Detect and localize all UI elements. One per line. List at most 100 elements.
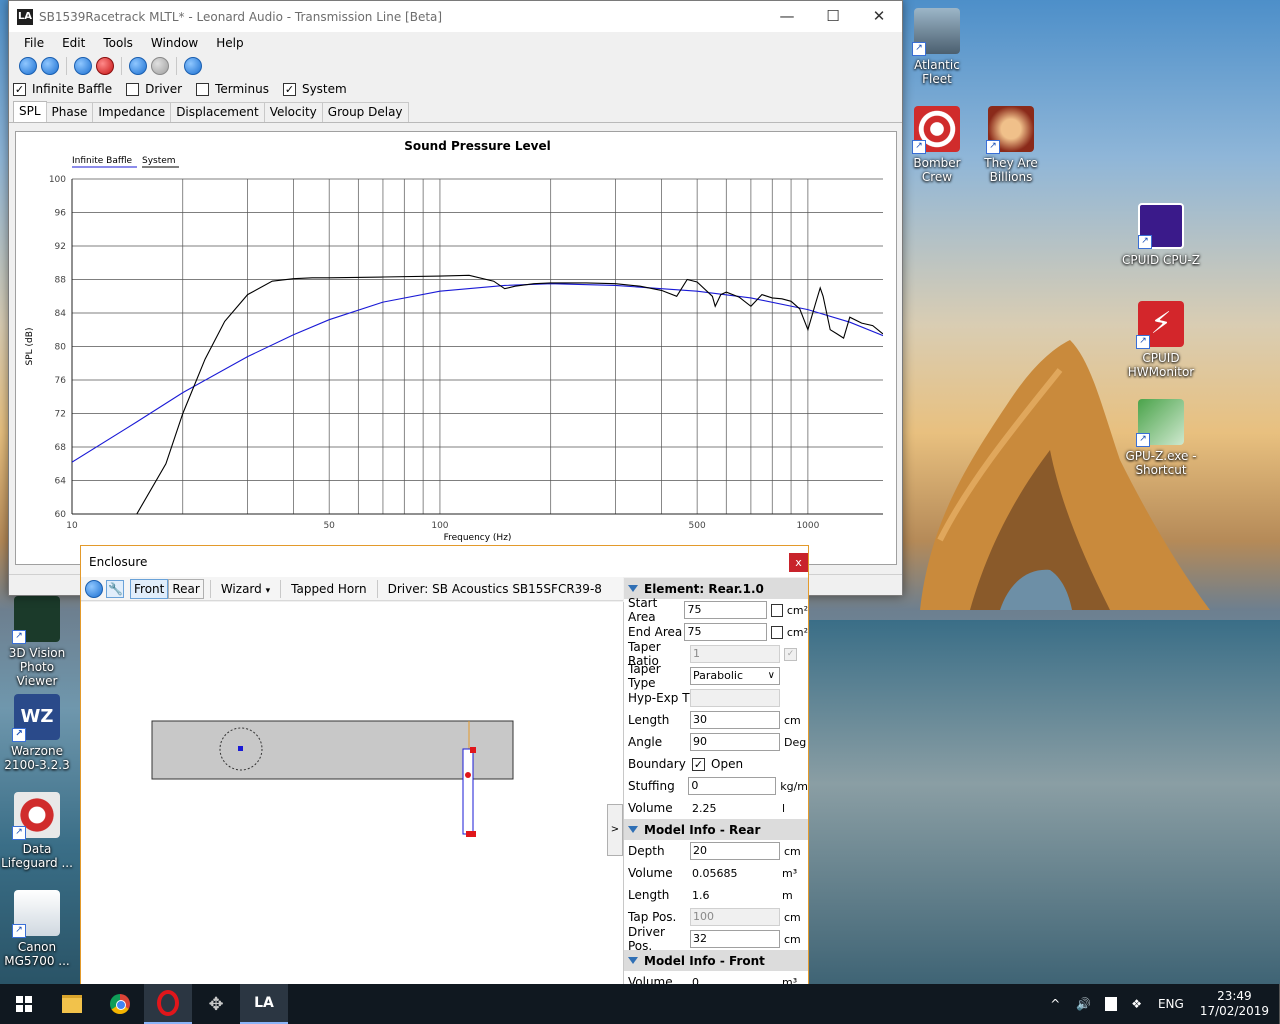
property-input[interactable]: 0 (688, 777, 777, 795)
notification-box-icon[interactable] (1105, 997, 1118, 1011)
clock[interactable]: 23:49 17/02/2019 (1200, 989, 1269, 1019)
game-icon[interactable]: ✥ (192, 984, 240, 1024)
desktop-icon-label: Data Lifeguard ... (1, 842, 73, 870)
play-dl-icon[interactable] (41, 57, 59, 75)
desktop-icon-label: They Are Billions (984, 156, 1038, 184)
enclosure-box[interactable] (151, 720, 514, 780)
file-explorer-icon[interactable] (48, 984, 96, 1024)
boundary-open-checkbox[interactable]: ✓ Open (690, 757, 778, 771)
property-lock-checkbox[interactable] (770, 625, 783, 639)
desktop-icon-gpuz[interactable]: ↗ GPU-Z.exe - Shortcut (1122, 399, 1200, 477)
checkbox-box[interactable] (126, 82, 140, 96)
desktop-icon-data-lifeguard[interactable]: ↗ Data Lifeguard ... (0, 792, 76, 870)
checkbox-box[interactable]: ✓ (13, 82, 26, 96)
desktop-icon-3d-vision[interactable]: ↗ 3D Vision Photo Viewer (0, 596, 76, 688)
property-unit: cm² (786, 603, 808, 617)
close-button[interactable]: ✕ (856, 1, 902, 32)
tab-phase[interactable]: Phase (45, 102, 94, 122)
desktop-icon-they-are-billions[interactable]: ↗ They Are Billions (972, 106, 1050, 184)
rear-button[interactable]: Rear (168, 578, 204, 599)
desktop-icon-cpuz[interactable]: ↗ CPUID CPU-Z (1122, 203, 1200, 267)
property-input[interactable]: 30 (690, 711, 780, 729)
dropbox-icon[interactable]: ❖ (1131, 997, 1142, 1011)
play-icon[interactable] (85, 579, 103, 598)
checkbox-terminus[interactable]: Terminus (196, 82, 269, 96)
property-input-disabled: 1 (690, 645, 780, 663)
title-bar[interactable]: LA SB1539Racetrack MLTL* - Leonard Audio… (9, 1, 902, 32)
enclosure-canvas[interactable]: > (81, 602, 624, 985)
checkbox-box[interactable]: ✓ (282, 82, 296, 96)
enclosure-title-bar[interactable]: Enclosure x (81, 546, 808, 577)
tab-group-delay[interactable]: Group Delay (321, 102, 409, 122)
property-input[interactable]: 75 (684, 601, 767, 619)
element-handle-bottom[interactable] (466, 831, 476, 837)
desktop-icon-label: CPUID CPU-Z (1122, 253, 1200, 267)
tab-velocity[interactable]: Velocity (263, 102, 323, 122)
step-back-icon[interactable] (129, 57, 147, 75)
toolbar-separator (280, 579, 282, 598)
chrome-icon[interactable] (96, 984, 144, 1024)
y-tick-label: 100 (49, 175, 66, 185)
legend-item: System (142, 156, 176, 166)
record-red-icon[interactable] (96, 57, 114, 75)
property-input[interactable]: 75 (684, 623, 767, 641)
desktop-icon-warzone[interactable]: WZ ↗ Warzone 2100-3.2.3 (0, 694, 76, 772)
property-unit: m³ (782, 866, 798, 880)
collapse-panel-button[interactable]: > (607, 804, 623, 856)
desktop-icon-label: Bomber Crew (913, 156, 961, 184)
step-forward-icon[interactable] (151, 57, 169, 75)
maximize-button[interactable]: ☐ (810, 1, 856, 32)
front-button[interactable]: Front (130, 578, 169, 599)
desktop-icon-label: 3D Vision Photo Viewer (8, 646, 66, 688)
menu-edit[interactable]: Edit (53, 36, 94, 50)
wrench-icon[interactable]: 🔧 (106, 579, 124, 598)
rear-element[interactable] (462, 748, 474, 835)
wizard-dropdown[interactable]: Wizard ▾ (217, 579, 274, 599)
menu-tools[interactable]: Tools (94, 36, 142, 50)
checkbox-box[interactable] (196, 82, 210, 96)
cpu-icon: ↗ (1138, 203, 1184, 249)
desktop-icon-hwmonitor[interactable]: ⚡ ↗ CPUID HWMonitor (1122, 301, 1200, 379)
chevron-up-icon[interactable]: ^ (1050, 997, 1060, 1011)
opera-icon[interactable] (144, 984, 192, 1024)
checkbox-box[interactable]: ✓ (692, 757, 705, 771)
desktop-icon-bomber-crew[interactable]: ↗ Bomber Crew (898, 106, 976, 184)
menu-bar: File Edit Tools Window Help (9, 32, 902, 54)
desktop-icon-atlantic-fleet[interactable]: ↗ Atlantic Fleet (898, 8, 976, 86)
language-indicator[interactable]: ENG (1158, 997, 1184, 1011)
enclosure-close-button[interactable]: x (789, 553, 808, 572)
desktop-icon-canon[interactable]: ↗ Canon MG5700 ... (0, 890, 76, 968)
checkbox-driver[interactable]: Driver (126, 82, 182, 96)
play-all-icon[interactable] (19, 57, 37, 75)
property-unit: cm (784, 713, 801, 727)
tab-impedance[interactable]: Impedance (92, 102, 172, 122)
menu-window[interactable]: Window (142, 36, 207, 50)
element-handle-top[interactable] (470, 747, 476, 753)
gpu-icon: ↗ (1136, 399, 1184, 447)
property-lock-checkbox[interactable] (770, 603, 783, 617)
model-front-section-header[interactable]: Model Info - Front (624, 950, 808, 971)
tab-spl[interactable]: SPL (13, 101, 47, 122)
menu-help[interactable]: Help (207, 36, 252, 50)
section-title: Model Info - Rear (644, 822, 761, 837)
driver-center-marker[interactable] (238, 746, 243, 751)
property-input[interactable]: 32 (690, 930, 780, 948)
volume-icon[interactable]: 🔊 (1076, 997, 1091, 1011)
record-blue-icon[interactable] (74, 57, 92, 75)
element-handle-mid[interactable] (465, 772, 471, 778)
model-rear-section-header[interactable]: Model Info - Rear (624, 819, 808, 840)
start-icon[interactable] (0, 984, 48, 1024)
tab-displacement[interactable]: Displacement (170, 102, 265, 122)
menu-file[interactable]: File (15, 36, 53, 50)
leonard-audio-icon[interactable]: LA (240, 984, 288, 1024)
checkbox-infinite-baffle[interactable]: ✓ Infinite Baffle (13, 82, 112, 96)
property-input[interactable]: 20 (690, 842, 780, 860)
desktop-icon-label: GPU-Z.exe - Shortcut (1125, 449, 1197, 477)
taper-type-select[interactable]: Parabolic (690, 667, 780, 685)
minimize-button[interactable]: — (764, 1, 810, 32)
property-label: Angle (628, 735, 663, 749)
property-label: Tap Pos. (628, 910, 677, 924)
play-icon[interactable] (184, 57, 202, 75)
property-input[interactable]: 90 (690, 733, 780, 751)
checkbox-system[interactable]: ✓ System (282, 82, 347, 96)
